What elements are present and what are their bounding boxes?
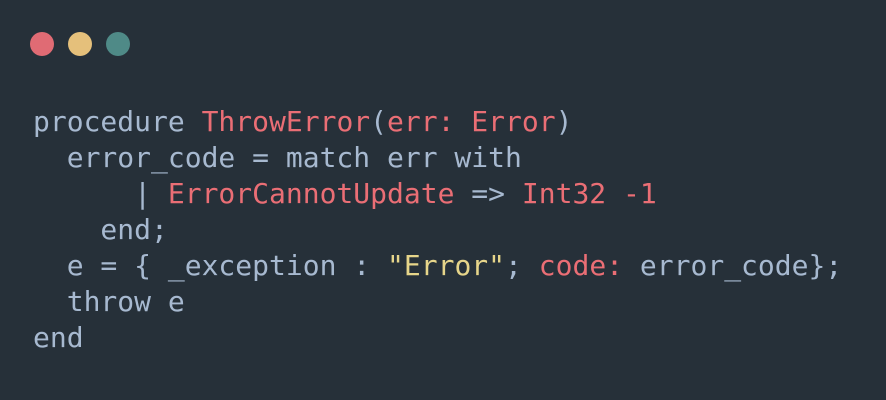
code-token: error_code};: [623, 249, 843, 282]
code-token: end;: [33, 213, 168, 246]
code-line: end: [33, 320, 842, 356]
code-token: ;: [505, 249, 539, 282]
code-token: "Error": [387, 249, 506, 282]
code-line: | ErrorCannotUpdate => Int32 -1: [33, 176, 842, 212]
code-line: throw e: [33, 284, 842, 320]
code-line: e = { _exception : "Error"; code: error_…: [33, 248, 843, 284]
code-token: ErrorCannotUpdate: [167, 177, 455, 210]
minimize-dot-icon[interactable]: [68, 32, 92, 56]
code-line: error_code = match err with: [33, 140, 842, 176]
code-token: code:: [538, 249, 624, 282]
maximize-dot-icon[interactable]: [106, 32, 130, 56]
code-token: ThrowError: [201, 105, 371, 138]
code-token: (: [370, 105, 388, 138]
code-token: procedure: [33, 105, 202, 138]
code-token: throw e: [33, 285, 185, 318]
code-token: =>: [454, 177, 522, 210]
code-token: err: Error: [387, 105, 556, 138]
code-token: |: [33, 177, 168, 210]
code-line: end;: [33, 212, 842, 248]
close-dot-icon[interactable]: [30, 32, 54, 56]
code-token: error_code = match err with: [33, 141, 522, 174]
code-window: procedure ThrowError(err: Error) error_c…: [0, 0, 886, 400]
code-token: end: [33, 321, 84, 354]
code-block: procedure ThrowError(err: Error) error_c…: [33, 104, 842, 356]
window-titlebar: [30, 32, 130, 56]
code-line: procedure ThrowError(err: Error): [33, 104, 842, 140]
code-token: Int32 -1: [521, 177, 657, 210]
code-token: e = { _exception :: [33, 249, 388, 282]
code-token: ): [555, 105, 573, 138]
